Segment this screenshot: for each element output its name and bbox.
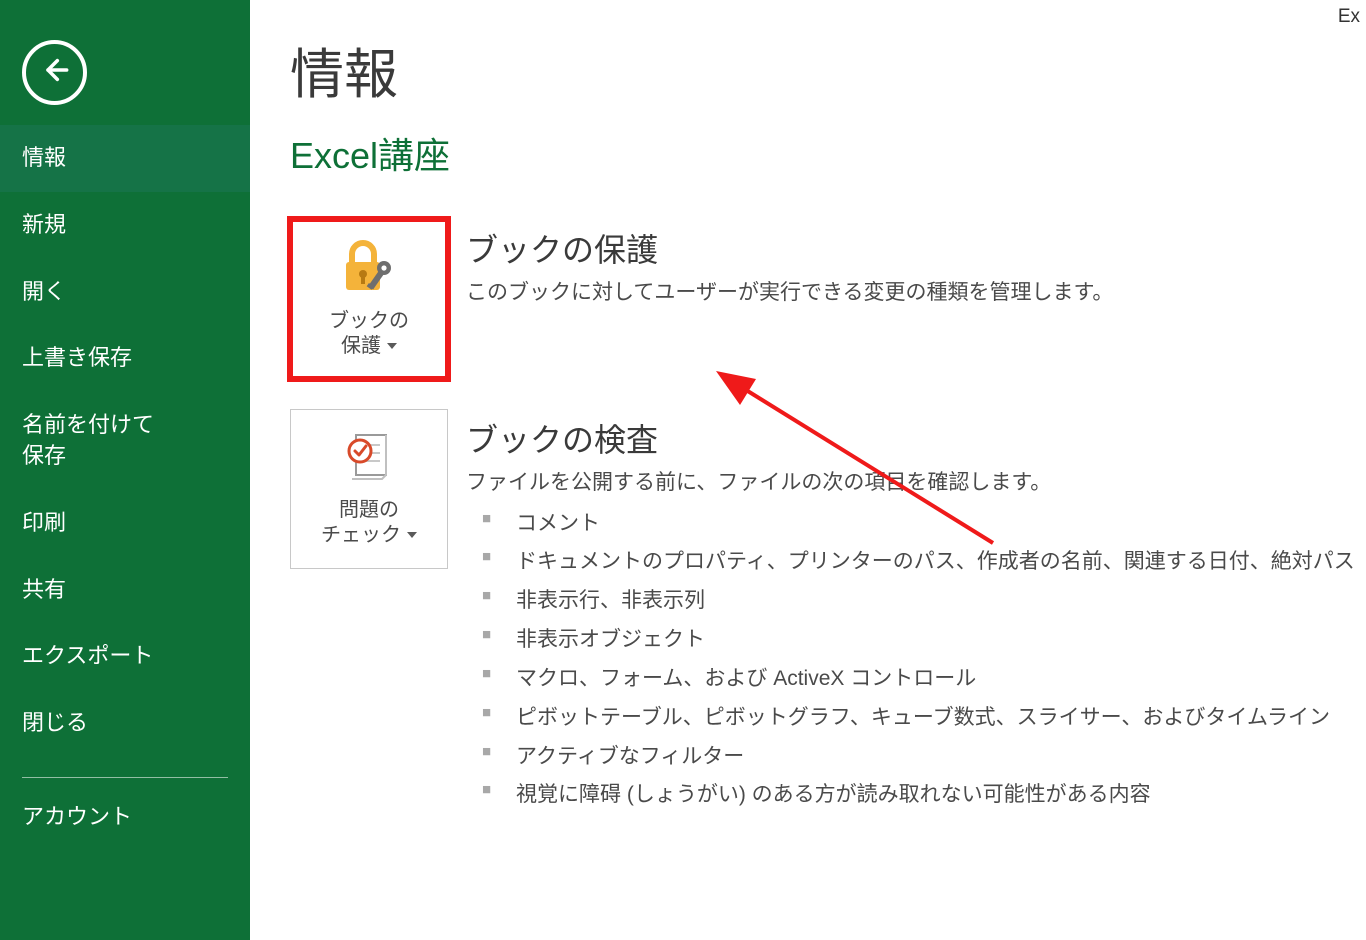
arrow-left-icon <box>41 56 69 89</box>
main-content: Ex 情報 Excel講座 ブックの 保護 <box>250 0 1366 940</box>
section-heading-inspect: ブックの検査 <box>466 415 1355 461</box>
sidebar-item-4[interactable]: 名前を付けて 保存 <box>0 392 250 490</box>
section-inspect: 問題の チェック ブックの検査 ファイルを公開する前に、ファイルの次の項目を確認… <box>290 409 1366 815</box>
check-issues-button[interactable]: 問題の チェック <box>290 409 448 569</box>
inspect-bullet: ドキュメントのプロパティ、プリンターのパス、作成者の名前、関連する日付、絶対パス <box>466 543 1355 582</box>
document-check-icon <box>342 431 396 488</box>
tile-label: 問題の チェック <box>321 498 417 548</box>
inspect-bullet-list: コメントドキュメントのプロパティ、プリンターのパス、作成者の名前、関連する日付、… <box>466 505 1355 816</box>
sidebar-item-0[interactable]: 情報 <box>0 125 250 192</box>
chevron-down-icon <box>407 532 417 538</box>
section-desc-protect: このブックに対してユーザーが実行できる変更の種類を管理します。 <box>466 277 1113 309</box>
section-desc-inspect: ファイルを公開する前に、ファイルの次の項目を確認します。 <box>466 467 1355 499</box>
file-name: Excel講座 <box>290 127 1366 179</box>
lock-key-icon <box>338 240 400 299</box>
inspect-bullet: コメント <box>466 505 1355 544</box>
sidebar-footer-item-0[interactable]: アカウント <box>0 784 250 851</box>
inspect-bullet: アクティブなフィルター <box>466 738 1355 777</box>
inspect-bullet: 非表示オブジェクト <box>466 621 1355 660</box>
sidebar-item-8[interactable]: 閉じる <box>0 690 250 757</box>
sidebar: 情報新規開く上書き保存名前を付けて 保存印刷共有エクスポート閉じる アカウント <box>0 0 250 940</box>
sidebar-item-5[interactable]: 印刷 <box>0 490 250 557</box>
sidebar-item-3[interactable]: 上書き保存 <box>0 325 250 392</box>
app-title: Ex <box>1338 6 1360 28</box>
sidebar-item-2[interactable]: 開く <box>0 259 250 326</box>
sidebar-item-1[interactable]: 新規 <box>0 192 250 259</box>
chevron-down-icon <box>387 343 397 349</box>
tile-label: ブックの 保護 <box>329 309 409 359</box>
sidebar-item-6[interactable]: 共有 <box>0 557 250 624</box>
section-heading-protect: ブックの保護 <box>466 225 1113 271</box>
sidebar-divider <box>22 777 228 778</box>
back-button[interactable] <box>22 40 87 105</box>
inspect-bullet: 非表示行、非表示列 <box>466 582 1355 621</box>
inspect-bullet: マクロ、フォーム、および ActiveX コントロール <box>466 660 1355 699</box>
protect-workbook-button[interactable]: ブックの 保護 <box>290 219 448 379</box>
section-protect: ブックの 保護 ブックの保護 このブックに対してユーザーが実行できる変更の種類を… <box>290 219 1366 379</box>
sidebar-item-7[interactable]: エクスポート <box>0 623 250 690</box>
inspect-bullet: 視覚に障碍 (しょうがい) のある方が読み取れない可能性がある内容 <box>466 776 1355 815</box>
inspect-bullet: ピボットテーブル、ピボットグラフ、キューブ数式、スライサー、およびタイムライン <box>466 699 1355 738</box>
page-title: 情報 <box>290 30 1366 109</box>
